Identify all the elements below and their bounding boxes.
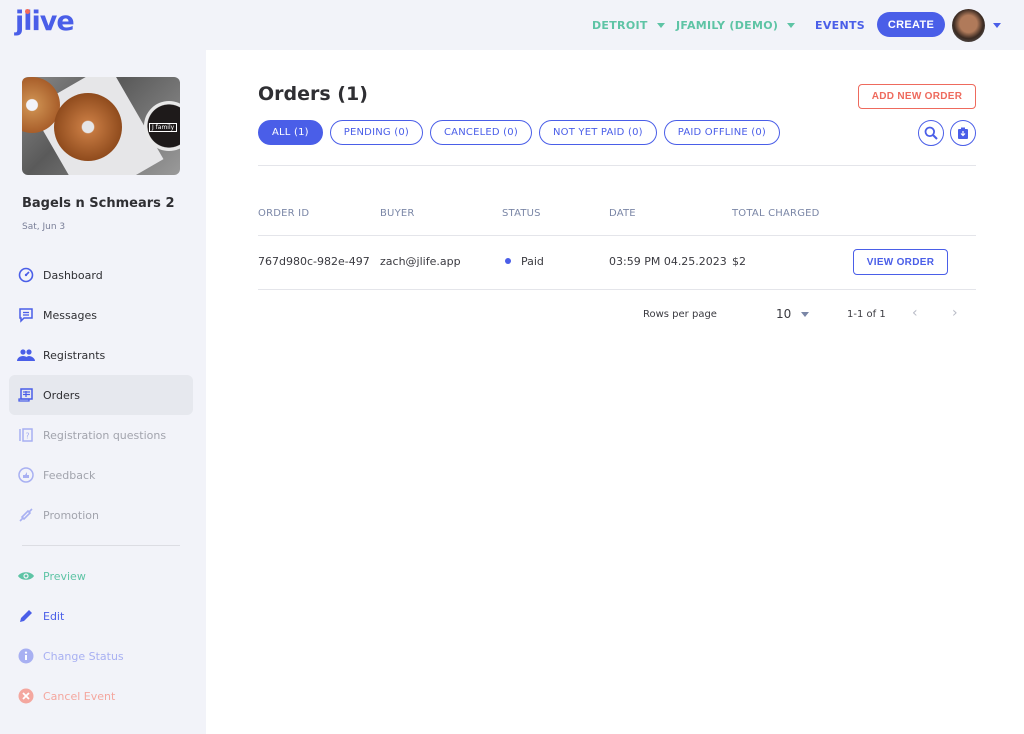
total-cell: $2 xyxy=(732,255,746,268)
sidebar-action-edit[interactable]: Edit xyxy=(9,596,193,636)
thumbs-up-icon xyxy=(17,466,35,484)
dashboard-icon xyxy=(17,266,35,284)
column-header-total-charged[interactable]: TOTAL CHARGED xyxy=(732,208,820,219)
event-title: Bagels n Schmears 2 xyxy=(22,196,175,211)
sidebar-item-label: Promotion xyxy=(43,508,99,522)
top-navigation-bar: jlive DETROIT JFAMILY (DEMO) EVENTS CREA… xyxy=(0,0,1024,50)
page-title: Orders (1) xyxy=(258,83,368,105)
rows-per-page-select[interactable]: 10 xyxy=(776,307,810,321)
table-header-divider xyxy=(258,235,976,236)
location-label: DETROIT xyxy=(592,18,648,32)
clipboard-download-icon xyxy=(958,127,968,139)
sidebar-item-feedback[interactable]: Feedback xyxy=(9,455,193,495)
view-order-button[interactable]: VIEW ORDER xyxy=(853,249,948,275)
eye-icon xyxy=(17,567,35,585)
previous-page-button[interactable]: ‹ xyxy=(912,305,918,321)
image-brand-badge: J family xyxy=(149,123,178,132)
sidebar-item-label: Messages xyxy=(43,308,97,322)
divider xyxy=(258,165,976,166)
sidebar-action-preview[interactable]: Preview xyxy=(9,556,193,596)
sidebar-item-label: Orders xyxy=(43,388,80,402)
column-header-date[interactable]: DATE xyxy=(609,208,636,219)
status-cell: Paid xyxy=(505,255,544,268)
info-icon xyxy=(17,647,35,665)
rows-per-page-value: 10 xyxy=(776,307,792,321)
location-dropdown[interactable]: DETROIT xyxy=(592,0,665,50)
sidebar-action-label: Preview xyxy=(43,569,86,583)
chevron-down-icon xyxy=(656,22,665,28)
pencil-icon xyxy=(17,607,35,625)
organization-label: JFAMILY (DEMO) xyxy=(676,18,779,32)
status-dot-icon xyxy=(505,258,511,264)
status-label: Paid xyxy=(521,255,544,268)
order-filter-tabs: ALL (1) PENDING (0) CANCELED (0) NOT YET… xyxy=(258,120,781,145)
user-avatar[interactable] xyxy=(952,9,985,42)
chevron-down-icon xyxy=(801,311,810,317)
sidebar-action-label: Edit xyxy=(43,609,65,623)
event-sidebar: J family Bagels n Schmears 2 Sat, Jun 3 … xyxy=(0,50,206,734)
sidebar-item-label: Feedback xyxy=(43,468,96,482)
sidebar-item-label: Registration questions xyxy=(43,428,167,442)
event-date: Sat, Jun 3 xyxy=(22,222,66,232)
filter-canceled[interactable]: CANCELED (0) xyxy=(430,120,532,145)
message-icon xyxy=(17,306,35,324)
sidebar-item-messages[interactable]: Messages xyxy=(9,295,193,335)
add-new-order-button[interactable]: ADD NEW ORDER xyxy=(858,84,976,109)
export-button[interactable] xyxy=(950,120,976,146)
sidebar-item-label: Dashboard xyxy=(43,268,103,282)
sidebar-item-registration-questions[interactable]: ? Registration questions xyxy=(9,415,193,455)
sidebar-item-orders[interactable]: Orders xyxy=(9,375,193,415)
events-link[interactable]: EVENTS xyxy=(815,0,865,50)
logo-text: jlive xyxy=(15,6,75,37)
filter-paid-offline[interactable]: PAID OFFLINE (0) xyxy=(663,120,781,145)
receipt-icon xyxy=(17,386,35,404)
sidebar-action-cancel-event[interactable]: Cancel Event xyxy=(9,676,193,716)
logo-dot xyxy=(25,9,30,14)
sidebar-action-label: Cancel Event xyxy=(43,689,116,703)
sidebar-divider xyxy=(22,545,180,546)
date-cell: 03:59 PM 04.25.2023 xyxy=(609,255,727,268)
pagination-range: 1-1 of 1 xyxy=(847,309,886,320)
buyer-cell: zach@jlife.app xyxy=(380,255,461,268)
column-header-buyer[interactable]: BUYER xyxy=(380,208,415,219)
jlive-logo[interactable]: jlive xyxy=(15,6,75,37)
filter-pending[interactable]: PENDING (0) xyxy=(329,120,423,145)
sidebar-action-change-status[interactable]: Change Status xyxy=(9,636,193,676)
search-button[interactable] xyxy=(918,120,944,146)
event-image: J family xyxy=(22,77,180,175)
rows-per-page-label: Rows per page xyxy=(643,309,717,320)
filter-all[interactable]: ALL (1) xyxy=(258,120,323,145)
plug-icon xyxy=(17,506,35,524)
account-menu-chevron-icon[interactable] xyxy=(993,23,1001,28)
organization-dropdown[interactable]: JFAMILY (DEMO) xyxy=(676,0,796,50)
sidebar-item-label: Registrants xyxy=(43,348,106,362)
next-page-button[interactable]: › xyxy=(952,305,958,321)
table-row-divider xyxy=(258,289,976,290)
column-header-order-id[interactable]: ORDER ID xyxy=(258,208,309,219)
filter-not-yet-paid[interactable]: NOT YET PAID (0) xyxy=(538,120,657,145)
create-button[interactable]: CREATE xyxy=(877,12,945,37)
orders-panel: Orders (1) ADD NEW ORDER ALL (1) PENDING… xyxy=(206,50,1024,734)
sidebar-item-promotion[interactable]: Promotion xyxy=(9,495,193,535)
question-icon: ? xyxy=(17,426,35,444)
order-id-cell: 767d980c-982e-497 xyxy=(258,255,370,268)
chevron-down-icon xyxy=(787,22,796,28)
sidebar-item-dashboard[interactable]: Dashboard xyxy=(9,255,193,295)
column-header-status[interactable]: STATUS xyxy=(502,208,541,219)
svg-text:?: ? xyxy=(25,432,29,441)
sidebar-action-label: Change Status xyxy=(43,649,124,663)
sidebar-item-registrants[interactable]: Registrants xyxy=(9,335,193,375)
people-icon xyxy=(17,346,35,364)
search-icon xyxy=(924,126,938,140)
cancel-icon xyxy=(17,687,35,705)
